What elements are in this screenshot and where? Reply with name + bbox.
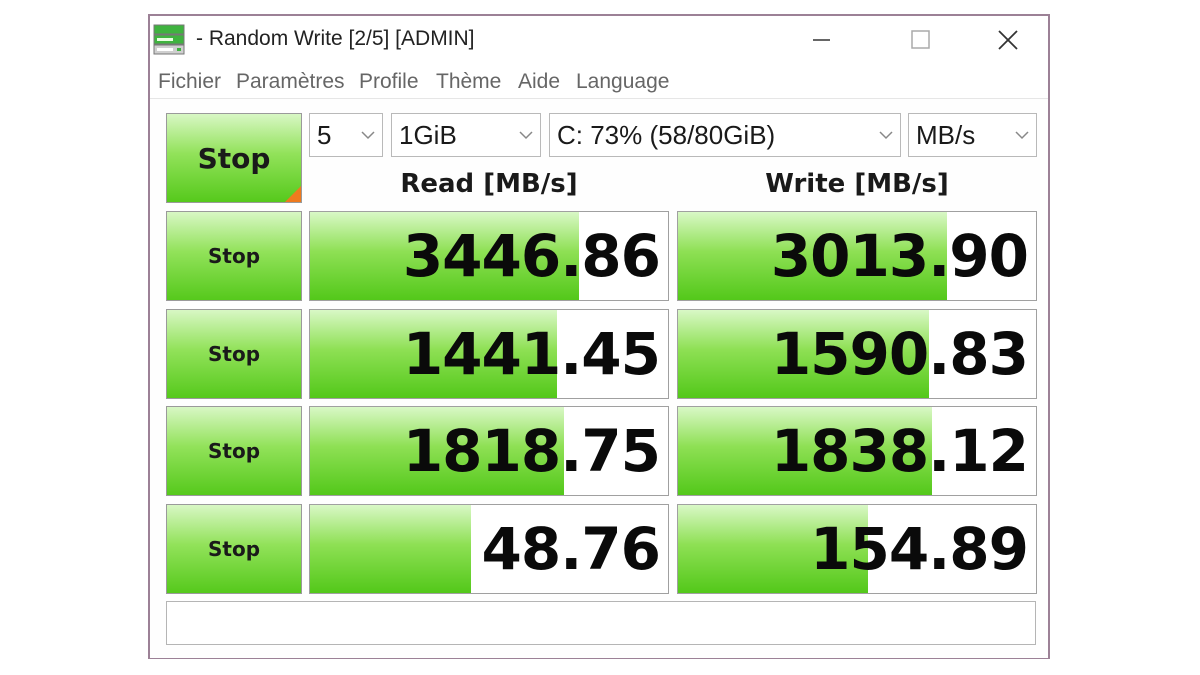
disk-icon <box>153 24 185 55</box>
stop-label: Stop <box>207 244 261 268</box>
size-select[interactable]: 1GiB <box>391 113 541 157</box>
stop-all-label: Stop <box>197 141 271 175</box>
minimize-button[interactable] <box>778 16 866 62</box>
write-value-row4: 154.89 <box>810 515 1029 583</box>
write-value-row1: 3013.90 <box>770 222 1029 290</box>
count-select[interactable]: 5 <box>309 113 383 157</box>
read-value-row4: 48.76 <box>481 515 661 583</box>
write-result-row1: 3013.90 <box>677 211 1037 301</box>
write-result-row3: 1838.12 <box>677 406 1037 496</box>
read-value-row3: 1818.75 <box>402 417 661 485</box>
window-title: - Random Write [2/5] [ADMIN] <box>196 27 475 50</box>
menu-fichier[interactable]: Fichier <box>158 70 221 94</box>
stop-button-row4[interactable]: Stop <box>166 504 302 594</box>
write-value-row2: 1590.83 <box>770 320 1029 388</box>
read-value-row1: 3446.86 <box>402 222 661 290</box>
chevron-down-icon <box>1015 131 1029 140</box>
stop-label: Stop <box>207 537 261 561</box>
menu-theme[interactable]: Thème <box>436 70 501 94</box>
read-value-row2: 1441.45 <box>402 320 661 388</box>
close-button[interactable] <box>964 16 1052 62</box>
comment-field[interactable] <box>166 601 1036 645</box>
write-result-row2: 1590.83 <box>677 309 1037 399</box>
count-value: 5 <box>317 120 332 150</box>
stop-button-row1[interactable]: Stop <box>166 211 302 301</box>
stop-all-button[interactable]: Stop <box>166 113 302 203</box>
read-bar-row4 <box>310 505 472 593</box>
read-result-row3: 1818.75 <box>309 406 669 496</box>
title-bar: - Random Write [2/5] [ADMIN] <box>150 16 1048 66</box>
unit-value: MB/s <box>916 120 976 150</box>
write-header: Write [MB/s] <box>765 169 949 199</box>
drive-value: C: 73% (58/80GiB) <box>557 120 776 150</box>
menu-profile[interactable]: Profile <box>359 70 419 94</box>
app-window: - Random Write [2/5] [ADMIN] Fichier Par… <box>148 14 1050 659</box>
menu-parametres[interactable]: Paramètres <box>236 70 345 94</box>
unit-select[interactable]: MB/s <box>908 113 1037 157</box>
chevron-down-icon <box>519 131 533 140</box>
stop-label: Stop <box>207 439 261 463</box>
stop-button-row2[interactable]: Stop <box>166 309 302 399</box>
stop-label: Stop <box>207 342 261 366</box>
stop-button-row3[interactable]: Stop <box>166 406 302 496</box>
read-header: Read [MB/s] <box>400 169 578 199</box>
write-value-row3: 1838.12 <box>770 417 1029 485</box>
maximize-button[interactable] <box>876 16 964 62</box>
menu-aide[interactable]: Aide <box>518 70 560 94</box>
read-result-row2: 1441.45 <box>309 309 669 399</box>
read-result-row1: 3446.86 <box>309 211 669 301</box>
menu-language[interactable]: Language <box>576 70 669 94</box>
write-result-row4: 154.89 <box>677 504 1037 594</box>
size-value: 1GiB <box>399 120 457 150</box>
menu-bar: Fichier Paramètres Profile Thème Aide La… <box>150 66 1048 100</box>
main-panel: Stop 5 1GiB C: 73% (58/80GiB) MB/s Read … <box>150 98 1048 658</box>
chevron-down-icon <box>879 131 893 140</box>
read-result-row4: 48.76 <box>309 504 669 594</box>
chevron-down-icon <box>361 131 375 140</box>
drive-select[interactable]: C: 73% (58/80GiB) <box>549 113 901 157</box>
corner-marker <box>285 186 301 202</box>
